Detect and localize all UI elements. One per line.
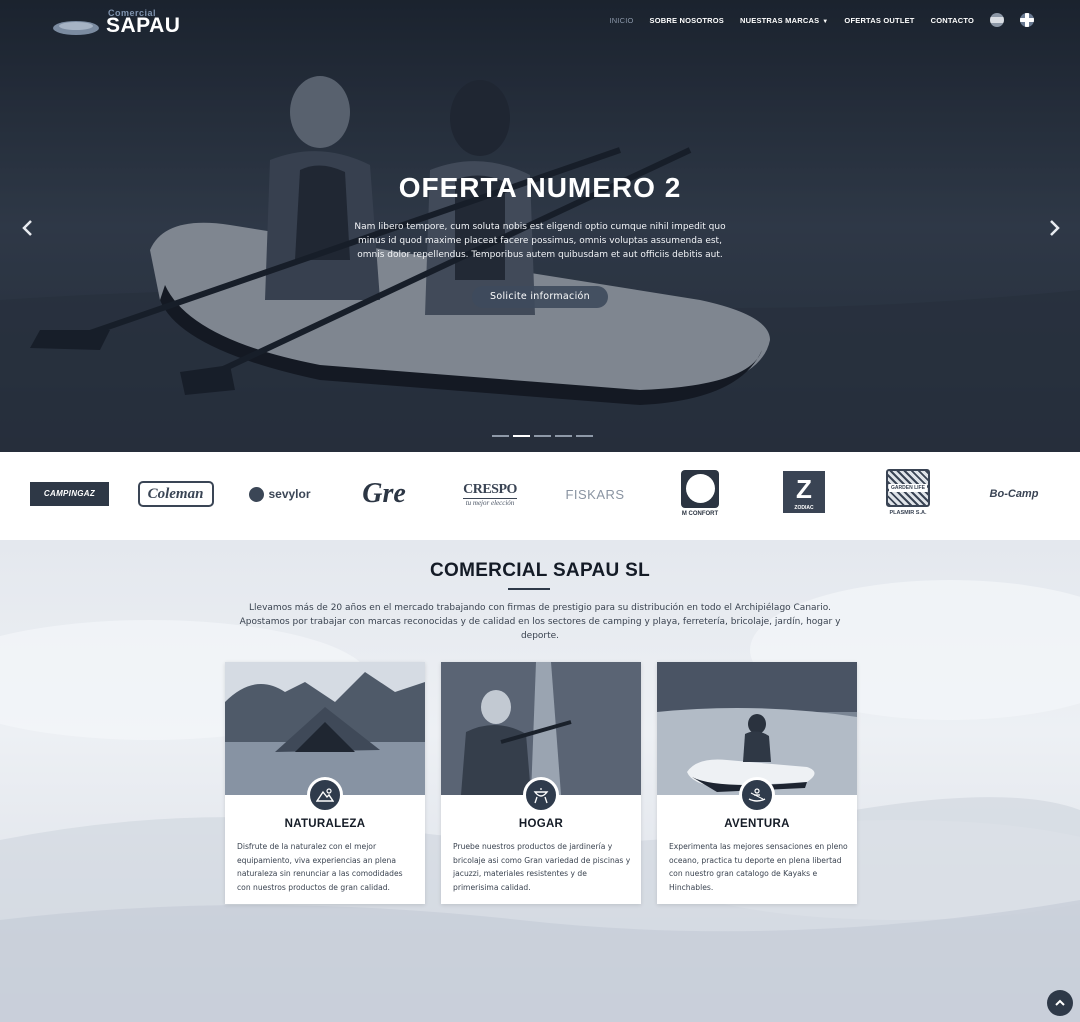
- m-confort-logo-icon: [681, 469, 719, 508]
- about-title: COMERCIAL SAPAU SL: [429, 560, 651, 581]
- slider-indicator-1[interactable]: [492, 435, 509, 437]
- hero-content: OFERTA NUMERO 2 Nam libero tempore, cum …: [0, 172, 1080, 308]
- slider-indicator-5[interactable]: [576, 435, 593, 437]
- nav-item-inicio[interactable]: INICIO: [609, 16, 633, 25]
- brand-campingaz-logo: CAMPINGAZ: [30, 482, 109, 506]
- brand-sevylor-logo: sevylor: [268, 487, 311, 501]
- nav-item-nuestras-marcas-label: NUESTRAS MARCAS: [740, 15, 820, 25]
- hero-title: OFERTA NUMERO 2: [398, 172, 682, 203]
- slider-indicator-4[interactable]: [555, 435, 572, 437]
- request-info-button[interactable]: Solicite información: [472, 286, 608, 308]
- zodiac-logo-icon: Z ZODIAC: [783, 471, 825, 513]
- card-hogar-title: HOGAR: [518, 818, 564, 830]
- chevron-down-icon: ▼: [822, 18, 829, 25]
- hero-text: Nam libero tempore, cum soluta nobis est…: [354, 222, 726, 260]
- brand-garden-life-logo: GARDEN LIFE: [889, 483, 927, 492]
- slider-indicator-2[interactable]: [513, 435, 530, 437]
- card-naturaleza-text: Disfrute de la naturalez con el mejor eq…: [237, 842, 403, 892]
- slider-indicators: [492, 435, 593, 437]
- kayak-icon: [739, 777, 775, 813]
- brand-sevylor[interactable]: sevylor: [244, 472, 316, 516]
- brand-m-confort-label: M CONFORT: [681, 510, 719, 517]
- card-aventura-image: [657, 662, 857, 795]
- mountain-icon: [307, 777, 343, 813]
- brand-zodiac-letter: Z: [796, 474, 812, 504]
- garden-life-logo-icon: GARDEN LIFE: [886, 468, 930, 507]
- card-naturaleza[interactable]: NATURALEZA Disfrute de la naturalez con …: [225, 662, 425, 904]
- card-aventura-text: Experimenta las mejores sensaciones en p…: [669, 842, 848, 892]
- flag-spain-icon[interactable]: [990, 13, 1004, 27]
- title-divider: [508, 588, 550, 590]
- brand-campingaz[interactable]: CAMPINGAZ: [30, 472, 109, 516]
- brand-crespo-tagline: tu mejor elección: [465, 498, 515, 507]
- slider-indicator-3[interactable]: [534, 435, 551, 437]
- brands-bar: CAMPINGAZ Coleman sevylor Gre CRESPO tu …: [0, 452, 1080, 540]
- logo[interactable]: Comercial SAPAU: [52, 8, 182, 42]
- brand-gre[interactable]: Gre: [356, 472, 412, 516]
- logo-kayak-icon: [53, 21, 99, 35]
- sevylor-globe-icon: [249, 486, 265, 502]
- brand-zodiac-label: ZODIAC: [794, 505, 814, 511]
- logo-main-text: SAPAU: [106, 14, 181, 37]
- barbecue-icon: [523, 777, 559, 813]
- card-hogar[interactable]: HOGAR Pruebe nuestros productos de jardi…: [441, 662, 641, 904]
- nav-item-nuestras-marcas[interactable]: NUESTRAS MARCAS ▼: [740, 16, 828, 25]
- nav-item-sobre-nosotros[interactable]: SOBRE NOSOTROS: [650, 16, 724, 25]
- card-aventura-title: AVENTURA: [724, 818, 790, 830]
- brand-m-confort[interactable]: M CONFORT: [679, 468, 721, 518]
- card-naturaleza-title: NATURALEZA: [284, 818, 366, 830]
- brand-fiskars-logo: FISKARS: [565, 486, 625, 502]
- card-hogar-text: Pruebe nuestros productos de jardinería …: [453, 842, 631, 892]
- scroll-top-button[interactable]: [1047, 990, 1073, 1016]
- brand-gre-logo: Gre: [362, 478, 406, 509]
- chevron-up-icon: [1055, 999, 1065, 1006]
- brand-garden-life[interactable]: GARDEN LIFE PLASMIR S.A.: [884, 466, 932, 518]
- flag-uk-icon[interactable]: [1020, 13, 1034, 27]
- card-hogar-image: [441, 662, 641, 795]
- brand-coleman-logo: Coleman: [137, 481, 214, 507]
- brand-bo-camp[interactable]: Bo-Camp: [983, 472, 1045, 516]
- hero-slider: Comercial SAPAU INICIO SOBRE NOSOTROS NU…: [0, 0, 1080, 452]
- card-naturaleza-image: [225, 662, 425, 795]
- card-aventura[interactable]: AVENTURA Experimenta las mejores sensaci…: [657, 662, 857, 904]
- about-section: COMERCIAL SAPAU SL Llevamos más de 20 añ…: [0, 540, 1080, 1022]
- brand-bo-camp-logo: Bo-Camp: [989, 488, 1039, 500]
- brand-plasmir-label: PLASMIR S.A.: [889, 509, 927, 516]
- brand-fiskars[interactable]: FISKARS: [552, 472, 638, 516]
- main-nav: INICIO SOBRE NOSOTROS NUESTRAS MARCAS ▼ O…: [609, 13, 1034, 27]
- brand-zodiac[interactable]: Z ZODIAC: [783, 470, 825, 514]
- about-text: Llevamos más de 20 años en el mercado tr…: [239, 603, 841, 641]
- brand-crespo[interactable]: CRESPO tu mejor elección: [455, 472, 525, 516]
- brand-crespo-logo: CRESPO: [463, 481, 517, 499]
- nav-item-contacto[interactable]: CONTACTO: [931, 16, 974, 25]
- nav-item-ofertas-outlet[interactable]: OFERTAS OUTLET: [844, 16, 914, 25]
- brand-coleman[interactable]: Coleman: [137, 472, 214, 516]
